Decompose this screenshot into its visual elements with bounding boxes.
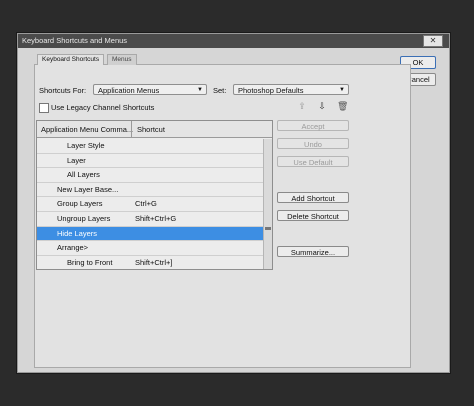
- dialog-title: Keyboard Shortcuts and Menus: [22, 36, 128, 45]
- tab-keyboard-shortcuts[interactable]: Keyboard Shortcuts: [37, 54, 105, 65]
- command-name: Ungroup Layers: [57, 213, 111, 223]
- set-label: Set:: [213, 86, 227, 95]
- title-bar[interactable]: Keyboard Shortcuts and Menus ✕: [18, 34, 449, 48]
- shortcut-value: Shift+Ctrl+]: [135, 257, 173, 267]
- shortcuts-for-label: Shortcuts For:: [39, 86, 87, 95]
- scrollbar-thumb[interactable]: [265, 227, 271, 230]
- table-row[interactable]: Layer Style: [37, 139, 263, 154]
- column-header-command[interactable]: Application Menu Comma...: [41, 125, 133, 134]
- command-name: Layer Style: [67, 141, 105, 150]
- legacy-channel-checkbox[interactable]: [39, 103, 49, 113]
- delete-shortcut-button[interactable]: Delete Shortcut: [277, 210, 349, 221]
- command-name: Layer: [67, 155, 86, 165]
- table-row[interactable]: New Layer Base...: [37, 183, 263, 198]
- table-row[interactable]: Group Layers Ctrl+G: [37, 197, 263, 212]
- command-name: New Layer Base...: [57, 184, 119, 194]
- shortcuts-for-value: Application Menus: [98, 86, 160, 95]
- vertical-scrollbar[interactable]: [263, 139, 272, 269]
- trash-icon[interactable]: 🗑: [337, 101, 348, 111]
- command-name: All Layers: [67, 170, 100, 180]
- chevron-down-icon: ▼: [339, 87, 345, 93]
- table-row[interactable]: Hide Layers: [37, 226, 263, 242]
- legacy-channel-label: Use Legacy Channel Shortcuts: [51, 103, 155, 112]
- tab-menus[interactable]: Menus: [107, 54, 137, 65]
- shortcuts-for-select[interactable]: Application Menus ▼: [93, 84, 207, 95]
- set-select[interactable]: Photoshop Defaults ▼: [233, 84, 349, 95]
- command-name: Bring to Front: [67, 257, 113, 267]
- shortcut-value: Shift+Ctrl+G: [135, 213, 177, 223]
- save-as-icon[interactable]: ⇩: [317, 101, 327, 111]
- table-row[interactable]: Layer: [37, 154, 263, 169]
- table-row[interactable]: Arrange>: [37, 241, 263, 256]
- keyboard-shortcuts-dialog: Keyboard Shortcuts and Menus ✕ OK Cancel…: [17, 33, 450, 373]
- close-icon[interactable]: ✕: [423, 35, 443, 47]
- chevron-down-icon: ▼: [197, 87, 203, 93]
- summarize-button[interactable]: Summarize...: [277, 246, 349, 257]
- table-row[interactable]: All Layers: [37, 168, 263, 183]
- table-row[interactable]: Ungroup Layers Shift+Ctrl+G: [37, 212, 263, 227]
- table-rows: Layer Style Layer All Layers New Layer Base…: [37, 139, 263, 269]
- command-name: Group Layers: [57, 199, 103, 209]
- column-header-shortcut[interactable]: Shortcut: [137, 125, 165, 134]
- set-value: Photoshop Defaults: [238, 86, 304, 95]
- use-default-button[interactable]: Use Default: [277, 156, 349, 167]
- table-row[interactable]: Bring to Front Shift+Ctrl+]: [37, 256, 263, 269]
- shortcuts-table: Application Menu Comma... Shortcut Layer…: [36, 120, 273, 270]
- column-divider[interactable]: [131, 121, 132, 137]
- undo-button[interactable]: Undo: [277, 138, 349, 149]
- accept-button[interactable]: Accept: [277, 120, 349, 131]
- shortcut-value: Ctrl+G: [135, 199, 157, 209]
- command-name: Hide Layers: [57, 228, 98, 238]
- command-name: Arrange>: [57, 243, 89, 253]
- add-shortcut-button[interactable]: Add Shortcut: [277, 192, 349, 203]
- save-set-icon[interactable]: ⇪: [297, 101, 307, 111]
- table-header: Application Menu Comma... Shortcut: [37, 121, 272, 138]
